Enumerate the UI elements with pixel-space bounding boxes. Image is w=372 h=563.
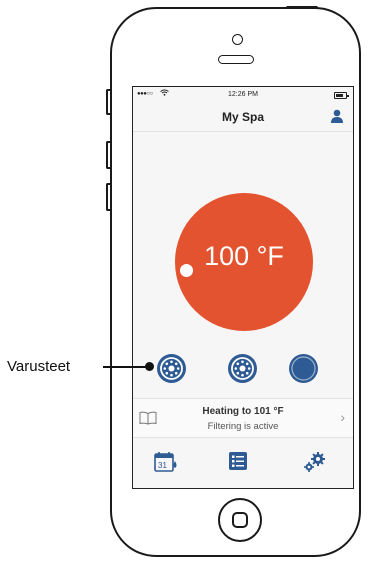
temperature-dial[interactable]: 100 °F: [175, 193, 313, 331]
light-icon: [291, 356, 316, 381]
bottom-nav: 31: [133, 437, 353, 488]
callout-dot: [145, 362, 154, 371]
jet-icon: [160, 357, 183, 380]
callout-line: [103, 366, 149, 368]
spa-status-bar[interactable]: Heating to 101 °F Filtering is active ›: [133, 398, 353, 438]
status-time: 12:26 PM: [228, 91, 258, 98]
accessory-light-button[interactable]: [289, 354, 318, 383]
home-button-square: [232, 512, 248, 528]
user-icon[interactable]: [330, 109, 344, 123]
accessory-pump-button-2[interactable]: [228, 354, 257, 383]
calendar-icon[interactable]: 31: [153, 451, 179, 473]
home-button[interactable]: [218, 498, 262, 542]
temperature-value: 100 °F: [204, 241, 284, 271]
earpiece-speaker: [218, 55, 254, 64]
header-divider: [133, 131, 353, 132]
filtering-status: Filtering is active: [207, 421, 279, 432]
chevron-right-icon: ›: [340, 409, 345, 425]
settings-icon[interactable]: [303, 451, 327, 473]
temperature-slider-handle[interactable]: [180, 264, 193, 277]
front-camera: [232, 34, 243, 45]
page-title: My Spa: [221, 110, 264, 124]
callout-label: Varusteet: [7, 358, 71, 375]
app-screen: ●●●○○ 12:26 PM My Spa 100 °F Heating to …: [132, 86, 354, 489]
status-bar: ●●●○○ 12:26 PM: [133, 87, 353, 103]
jet-icon: [231, 357, 254, 380]
accessory-pump-button-1[interactable]: [157, 354, 186, 383]
list-icon[interactable]: [228, 451, 248, 471]
heating-status: Heating to 101 °F: [202, 406, 284, 417]
battery-icon: [334, 92, 349, 99]
svg-text:31: 31: [158, 461, 167, 470]
